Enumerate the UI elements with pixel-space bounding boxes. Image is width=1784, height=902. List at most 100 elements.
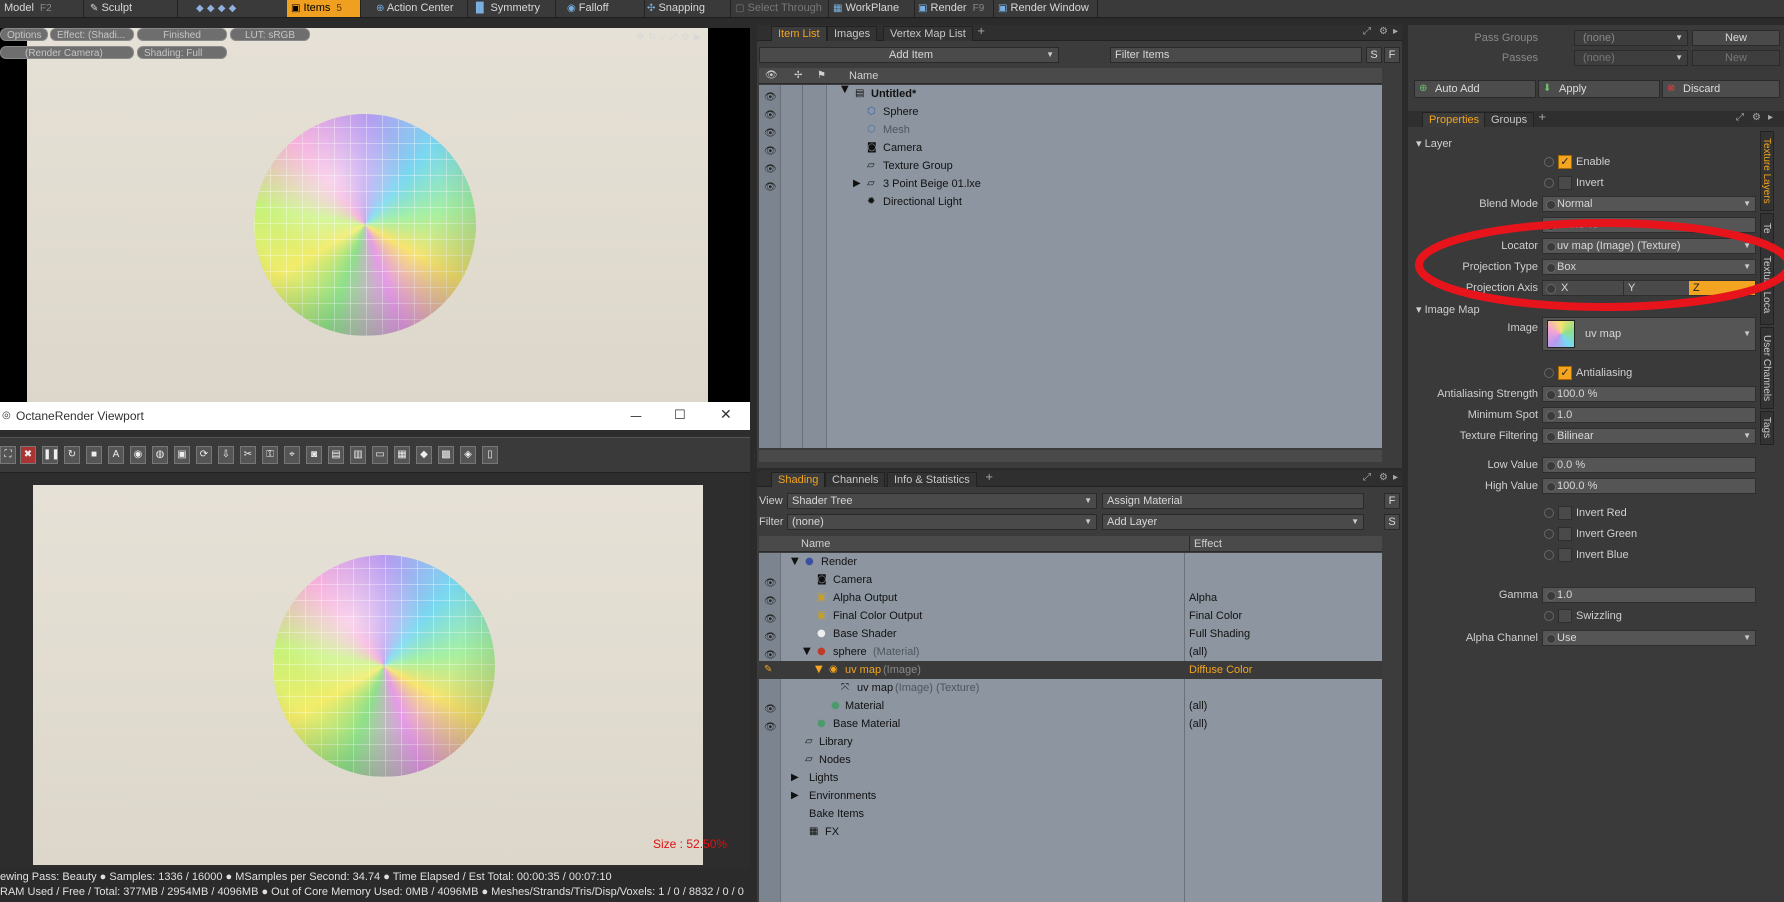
expand-icon[interactable]: ▼ — [791, 557, 799, 567]
material-icon[interactable]: ◆ — [416, 446, 432, 464]
color-icon[interactable]: ◍ — [152, 446, 168, 464]
symmetry-button[interactable]: ▐▌ Symmetry — [468, 0, 556, 17]
shader-row-uv-map-texture[interactable]: ⤧ uv map (Image) (Texture) — [759, 679, 1382, 697]
apply-button[interactable]: ⬇ Apply — [1538, 80, 1660, 98]
refresh-icon[interactable]: ⟳ — [196, 446, 212, 464]
tab-info-statistics[interactable]: Info & Statistics — [887, 472, 977, 487]
terminal-icon[interactable]: ▭ — [372, 446, 388, 464]
expand-icon[interactable]: ▼ — [815, 665, 823, 675]
side-tab-texture-layers[interactable]: Texture Layers — [1760, 131, 1774, 211]
shader-row-base-shader[interactable]: 👁 ● Base Shader Full Shading — [759, 625, 1382, 643]
network-icon[interactable]: ◈ — [460, 446, 476, 464]
tree-row-camera[interactable]: 👁 ◙ Camera — [759, 139, 1382, 157]
panel-arrow-icon[interactable]: ▸ — [1768, 113, 1773, 123]
add-tab-icon[interactable]: + — [977, 27, 985, 37]
move-view-icon[interactable]: ✥ — [636, 33, 644, 43]
filter-items-input[interactable]: Filter Items — [1110, 47, 1362, 63]
stop-icon[interactable]: ■ — [86, 446, 102, 464]
shader-row-alpha-output[interactable]: 👁 ▣ Alpha Output Alpha — [759, 589, 1382, 607]
clear-icon[interactable]: ✂ — [240, 446, 256, 464]
tab-shading[interactable]: Shading — [771, 472, 826, 487]
add-tab-icon[interactable]: + — [1538, 113, 1546, 123]
stop-render-icon[interactable]: ✖ — [20, 446, 36, 464]
invert-blue-checkbox[interactable] — [1558, 548, 1572, 562]
minimize-icon[interactable]: — — [630, 410, 642, 422]
image-dropdown[interactable]: uv map — [1542, 317, 1756, 351]
side-tab-user-channels[interactable]: User Channels — [1760, 327, 1774, 409]
new-pass-group-button[interactable]: New — [1692, 30, 1780, 46]
tree-row-scene[interactable]: 👁 ▼ ▤ Untitled* — [759, 85, 1382, 104]
shader-row-environments[interactable]: ▶ Environments — [759, 787, 1382, 805]
octane-render-area[interactable]: Size : 52.50% — [33, 485, 727, 865]
save-icon[interactable]: ▤ — [328, 446, 344, 464]
tab-images[interactable]: Images — [827, 26, 878, 41]
invert-red-checkbox[interactable] — [1558, 506, 1572, 520]
shader-row-fx[interactable]: ▦ FX — [759, 823, 1382, 841]
panel-gear-icon[interactable]: ⚙ — [1752, 113, 1761, 123]
region-icon[interactable]: ▣ — [174, 446, 190, 464]
fit-icon[interactable]: ⛶ — [0, 446, 16, 464]
shading-dropdown[interactable]: Shading: Full — [137, 46, 227, 59]
lut-dropdown[interactable]: LUT: sRGB — [230, 28, 310, 41]
assign-f-button[interactable]: F — [1384, 493, 1400, 509]
zoom-view-icon[interactable]: ⌕ — [660, 33, 666, 43]
add-item-dropdown[interactable]: Add Item — [759, 47, 1059, 63]
layer-section-header[interactable]: ▾ Layer — [1416, 137, 1452, 150]
view-cubes[interactable]: ◆ ◆ ◆ ◆ — [192, 0, 284, 17]
expand-icon[interactable]: ▶ — [791, 791, 799, 801]
discard-button[interactable]: ⊗ Discard — [1662, 80, 1780, 98]
auto-add-button[interactable]: ⊕ Auto Add — [1414, 80, 1536, 98]
tree-row-environment[interactable]: 👁 ▶ ▱ 3 Point Beige 01.lxe — [759, 175, 1382, 193]
render-window-button[interactable]: ▣ Render Window — [994, 0, 1098, 17]
shader-row-library[interactable]: ▱ Library — [759, 733, 1382, 751]
tab-channels[interactable]: Channels — [825, 472, 886, 487]
tab-properties[interactable]: Properties — [1422, 112, 1487, 127]
tex-filter-dropdown[interactable]: Bilinear — [1542, 428, 1756, 444]
low-value-field[interactable]: 0.0 % — [1542, 457, 1756, 473]
panel-arrow-icon[interactable]: ▸ — [1393, 27, 1398, 37]
shader-row-final-color[interactable]: 👁 ▣ Final Color Output Final Color — [759, 607, 1382, 625]
min-spot-field[interactable]: 1.0 — [1542, 407, 1756, 423]
swizzling-checkbox[interactable] — [1558, 609, 1572, 623]
checker-icon[interactable]: ▩ — [438, 446, 454, 464]
clay-icon[interactable]: ◉ — [130, 446, 146, 464]
effect-dropdown[interactable]: Effect: (Shadi... — [50, 28, 134, 41]
tab-groups[interactable]: Groups — [1484, 112, 1535, 127]
pick-icon[interactable]: ⌖ — [284, 446, 300, 464]
filter-s-button[interactable]: S — [1366, 47, 1382, 63]
maximize-panel-icon[interactable]: ⤢ — [1363, 473, 1371, 483]
snapping-button[interactable]: ✣ Snapping — [643, 0, 731, 17]
render-button[interactable]: ▣ Render F9 — [914, 0, 994, 17]
afi-icon[interactable]: A — [108, 446, 124, 464]
passes-dropdown[interactable]: (none) — [1574, 50, 1688, 66]
falloff-button[interactable]: ◉ Falloff — [563, 0, 645, 17]
shader-row-material[interactable]: 👁 ● Material (all) — [759, 697, 1382, 715]
shader-row-bake-items[interactable]: Bake Items — [759, 805, 1382, 823]
expand-icon[interactable]: ▼ — [841, 85, 849, 95]
panel-gear-icon[interactable]: ⚙ — [1379, 473, 1388, 483]
shader-row-nodes[interactable]: ▱ Nodes — [759, 751, 1382, 769]
close-icon[interactable]: ✕ — [720, 408, 732, 422]
workplane-button[interactable]: ▦ WorkPlane — [829, 0, 915, 17]
blend-mode-dropdown[interactable]: Normal — [1542, 196, 1756, 212]
options-button[interactable]: Options — [0, 28, 48, 41]
shader-row-uv-map-image[interactable]: ✎ ▼ ◉ uv map (Image) Diffuse Color — [759, 661, 1382, 679]
viewport-canvas[interactable] — [27, 28, 708, 402]
tree-row-directional-light[interactable]: ✹ Directional Light — [759, 193, 1382, 211]
tree-row-mesh[interactable]: 👁 ⬡ Mesh — [759, 121, 1382, 139]
filter-f-button[interactable]: F — [1384, 47, 1400, 63]
side-tab-tags[interactable]: Tags — [1760, 411, 1774, 445]
sculpt-tab[interactable]: ✎ Sculpt — [86, 0, 178, 17]
tab-item-list[interactable]: Item List — [771, 26, 827, 41]
shader-row-sphere-material[interactable]: 👁 ▼ ● sphere (Material) (all) — [759, 643, 1382, 661]
monitor-icon[interactable]: ▦ — [394, 446, 410, 464]
assign-material-button[interactable]: Assign Material — [1102, 493, 1364, 509]
pass-groups-dropdown[interactable]: (none) — [1574, 30, 1688, 46]
shader-row-base-material[interactable]: 👁 ● Base Material (all) — [759, 715, 1382, 733]
expand-icon[interactable]: ▶ — [853, 179, 861, 189]
high-value-field[interactable]: 100.0 % — [1542, 478, 1756, 494]
expand-arrow-icon[interactable]: ▶ — [693, 33, 701, 43]
select-through-button[interactable]: ▢ Select Through — [731, 0, 829, 17]
layers-icon[interactable]: ▥ — [350, 446, 366, 464]
items-tab[interactable]: ▣ Items 5 — [287, 0, 361, 17]
